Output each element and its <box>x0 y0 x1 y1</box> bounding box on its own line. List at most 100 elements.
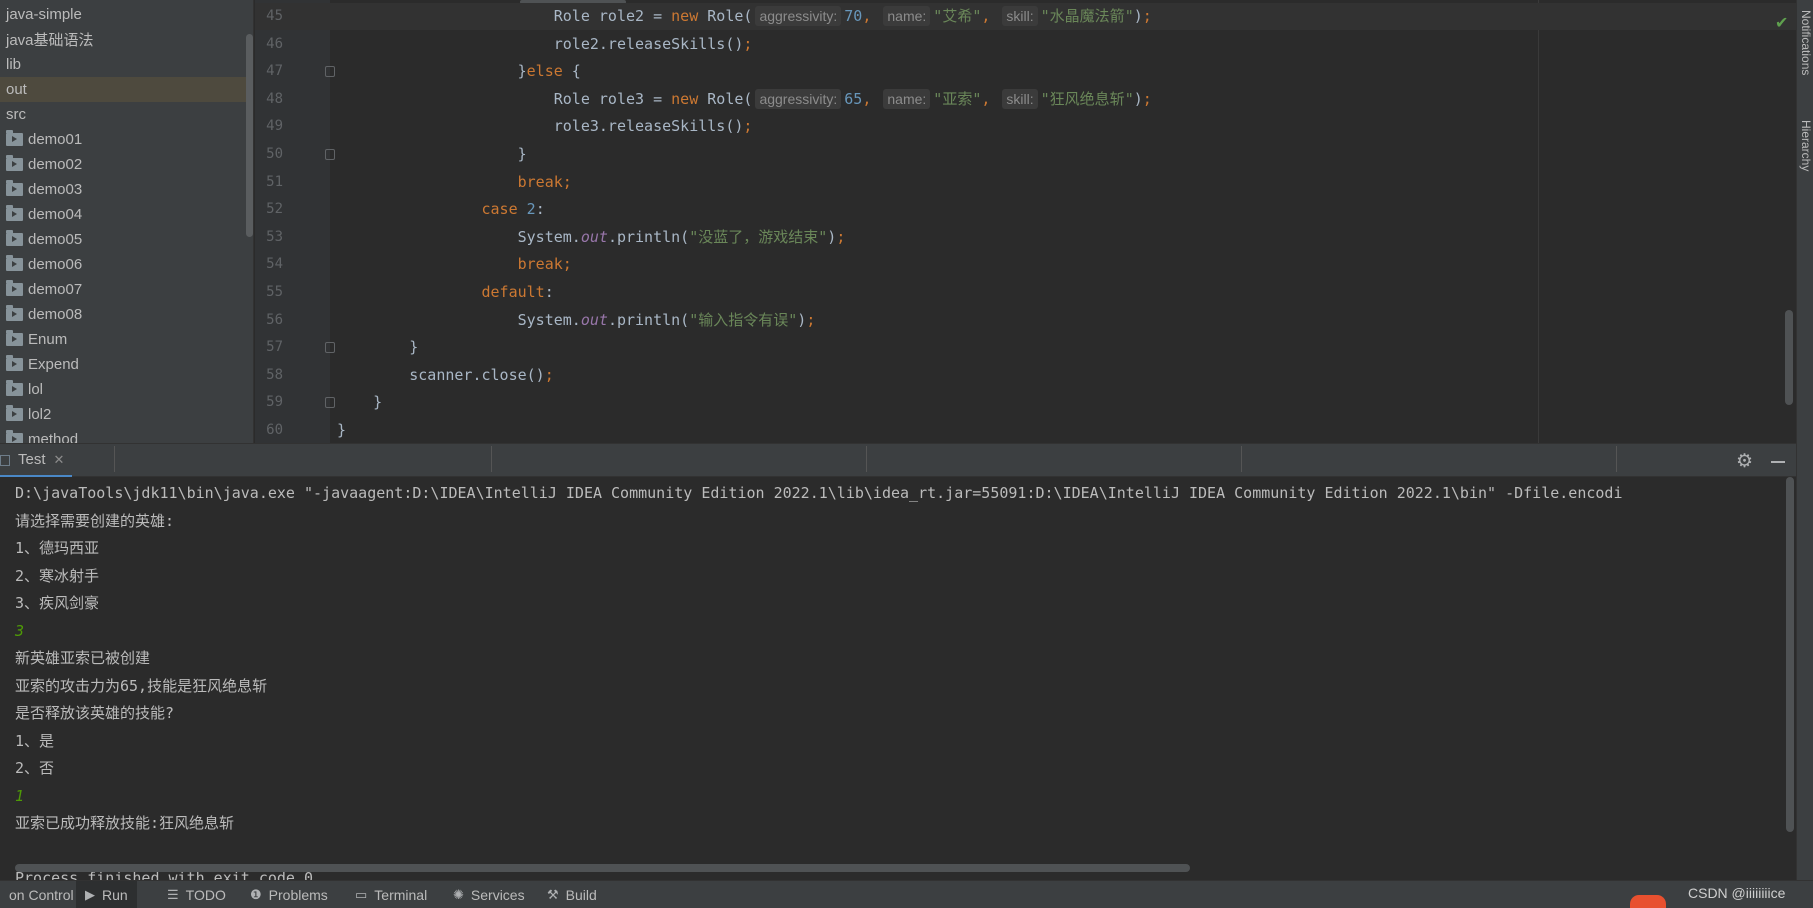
tree-item-label: lol <box>28 381 44 398</box>
code-line: 48 Role role3 = new Role(aggressivity: 65… <box>255 86 1796 113</box>
fold-marker-icon[interactable] <box>325 149 335 160</box>
tree-item-label: demo06 <box>28 256 83 273</box>
package-folder-icon <box>6 130 23 146</box>
tree-item-demo05[interactable]: demo05 <box>0 227 253 252</box>
code-token: break; <box>445 172 572 191</box>
tool-button-version-control[interactable]: on Control <box>0 881 83 908</box>
code-editor[interactable]: 45 Role role2 = new Role(aggressivity: 70… <box>255 0 1796 443</box>
run-config-label: Test <box>18 451 46 468</box>
code-text: } <box>337 389 382 416</box>
tree-item-demo01[interactable]: demo01 <box>0 127 253 152</box>
console-horizontal-scrollbar[interactable] <box>15 864 1190 872</box>
code-line: 45 Role role2 = new Role(aggressivity: 70… <box>255 3 1796 30</box>
console-line: 1、德玛西亚 <box>15 539 100 557</box>
code-token: } <box>409 338 419 357</box>
line-number: 57 <box>266 339 283 356</box>
tree-item-demo07[interactable]: demo07 <box>0 277 253 302</box>
line-number: 59 <box>266 394 283 411</box>
tree-item-java-simple[interactable]: java-simple <box>0 2 253 27</box>
project-tree-scrollbar[interactable] <box>246 34 253 237</box>
fold-marker-icon[interactable] <box>325 342 335 354</box>
code-token: } <box>445 145 527 163</box>
divider <box>1241 446 1242 472</box>
tree-item-out[interactable]: out <box>0 77 253 102</box>
line-number: 52 <box>266 201 283 218</box>
package-folder-icon <box>6 180 23 196</box>
tool-button-build[interactable]: ⚒ Build <box>538 881 606 908</box>
tool-button-terminal[interactable]: ▭ Terminal <box>346 881 436 908</box>
line-number: 56 <box>266 311 283 328</box>
notifications-tab[interactable]: Notifications <box>1799 10 1813 75</box>
code-token: ; <box>544 365 554 384</box>
editor-vertical-scrollbar[interactable] <box>1785 310 1793 405</box>
code-token: } <box>373 393 383 412</box>
todo-icon: ☰ <box>167 887 179 902</box>
code-token: "艾希" <box>933 7 982 25</box>
code-line: 52 case 2: <box>255 196 1796 223</box>
code-token: ) <box>1133 89 1143 108</box>
line-number: 45 <box>266 8 283 24</box>
tree-item-enum[interactable]: Enum <box>0 327 253 352</box>
close-icon[interactable]: ✕ <box>54 452 65 468</box>
tool-button-label: Terminal <box>374 887 428 903</box>
code-token: "亚索" <box>933 89 982 108</box>
code-token: scanner.close() <box>409 365 545 384</box>
code-line: 53 System.out.println("没蓝了，游戏结束"); <box>255 224 1796 251</box>
line-number: 48 <box>266 90 283 107</box>
console-line: 新英雄亚索已被创建 <box>15 649 151 667</box>
run-config-tab[interactable]: Test ✕ <box>0 444 73 478</box>
code-line: 46 role2.releaseSkills(); <box>255 31 1796 58</box>
fold-marker-icon[interactable] <box>325 397 335 409</box>
code-line: 56 System.out.println("输入指令有误"); <box>255 307 1796 334</box>
run-console[interactable]: D:\javaTools\jdk11\bin\java.exe "-javaag… <box>0 477 1796 880</box>
tool-button-todo[interactable]: ☰ TODO <box>158 881 235 908</box>
tree-item-label: demo07 <box>28 281 83 298</box>
tree-item-src[interactable]: src <box>0 102 253 127</box>
gear-icon[interactable]: ⚙ <box>1736 450 1753 473</box>
console-vertical-scrollbar[interactable] <box>1786 477 1794 832</box>
tool-button-services[interactable]: ✺ Services <box>444 881 534 908</box>
bottom-tool-bar: on Control ▶ Run ☰ TODO ❶ Problems ▭ Terminal ✺ Se… <box>0 880 1813 908</box>
tree-item-java-[interactable]: java基础语法 <box>0 27 253 52</box>
code-token: ) <box>1133 7 1143 25</box>
divider <box>491 446 492 472</box>
code-line: 57 } <box>255 334 1796 361</box>
parameter-hint: aggressivity: <box>755 88 842 109</box>
tool-button-label: on Control <box>9 887 74 903</box>
line-number: 58 <box>266 366 283 383</box>
minimize-icon[interactable] <box>1771 461 1785 463</box>
tree-item-demo02[interactable]: demo02 <box>0 152 253 177</box>
tree-item-lib[interactable]: lib <box>0 52 253 77</box>
code-token: "水晶魔法箭" <box>1040 7 1134 25</box>
code-text: break; <box>337 251 572 278</box>
tool-button-label: TODO <box>185 887 226 903</box>
line-number: 53 <box>266 228 283 245</box>
problems-icon: ❶ <box>250 887 262 902</box>
tree-item-lol[interactable]: lol <box>0 377 253 402</box>
tool-button-problems[interactable]: ❶ Problems <box>241 881 337 908</box>
code-token: , <box>862 7 881 25</box>
tree-item-lol2[interactable]: lol2 <box>0 402 253 427</box>
hierarchy-tab[interactable]: Hierarchy <box>1799 120 1813 171</box>
tree-item-demo03[interactable]: demo03 <box>0 177 253 202</box>
tool-button-run[interactable]: ▶ Run <box>76 881 137 908</box>
tree-item-demo06[interactable]: demo06 <box>0 252 253 277</box>
tree-item-method[interactable]: method <box>0 427 253 443</box>
console-line: 亚索的攻击力为65,技能是狂风绝息斩 <box>15 676 268 695</box>
code-text: Role role3 = new Role(aggressivity: 65, n… <box>337 86 1152 113</box>
tool-button-label: Problems <box>268 887 328 903</box>
code-token: Role( <box>698 7 753 25</box>
tree-item-expend[interactable]: Expend <box>0 352 253 377</box>
code-token: Role( <box>698 89 753 108</box>
code-line: 60} <box>255 417 1796 443</box>
code-token: ) <box>827 227 837 246</box>
tree-item-demo08[interactable]: demo08 <box>0 302 253 327</box>
console-line: 2、寒冰射手 <box>15 566 100 585</box>
line-number: 50 <box>266 146 283 162</box>
divider <box>866 446 867 472</box>
check-icon[interactable]: ✔ <box>1775 13 1788 33</box>
divider <box>114 446 115 472</box>
tree-item-demo04[interactable]: demo04 <box>0 202 253 227</box>
tool-button-label: Build <box>565 887 597 903</box>
fold-marker-icon[interactable] <box>325 66 335 78</box>
